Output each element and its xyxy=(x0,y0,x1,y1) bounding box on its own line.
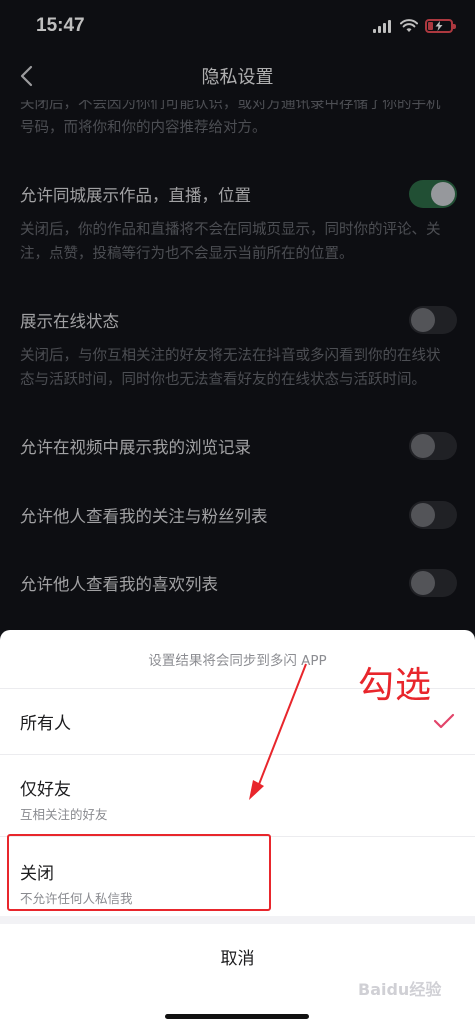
dim-overlay[interactable] xyxy=(0,0,475,630)
check-icon xyxy=(433,713,455,729)
option-label: 所有人 xyxy=(20,714,71,734)
sheet-divider xyxy=(0,916,475,924)
annotation-box xyxy=(7,834,271,911)
annotation-arrow-icon xyxy=(249,663,307,800)
option-friends-only[interactable]: 仅好友 互相关注的好友 xyxy=(0,754,475,836)
watermark: Baidu经验 xyxy=(358,980,442,999)
home-indicator xyxy=(165,1014,309,1019)
annotation-text: 勾选 xyxy=(358,665,433,706)
